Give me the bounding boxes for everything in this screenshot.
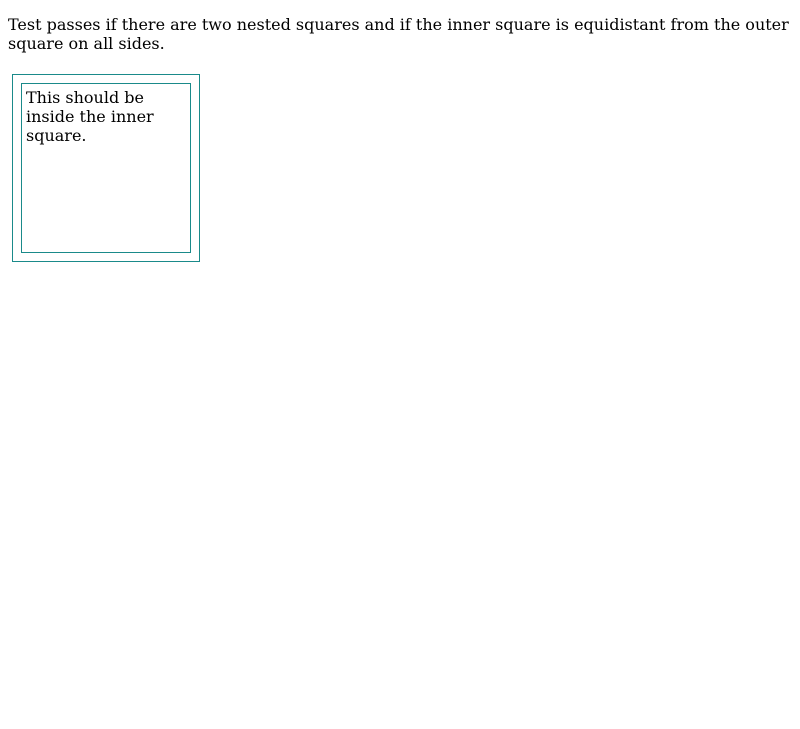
inner-square-text: This should be inside the inner square. (26, 88, 154, 145)
outer-square: This should be inside the inner square. (12, 74, 200, 262)
test-instructions: Test passes if there are two nested squa… (8, 15, 789, 53)
inner-square: This should be inside the inner square. (21, 83, 191, 253)
